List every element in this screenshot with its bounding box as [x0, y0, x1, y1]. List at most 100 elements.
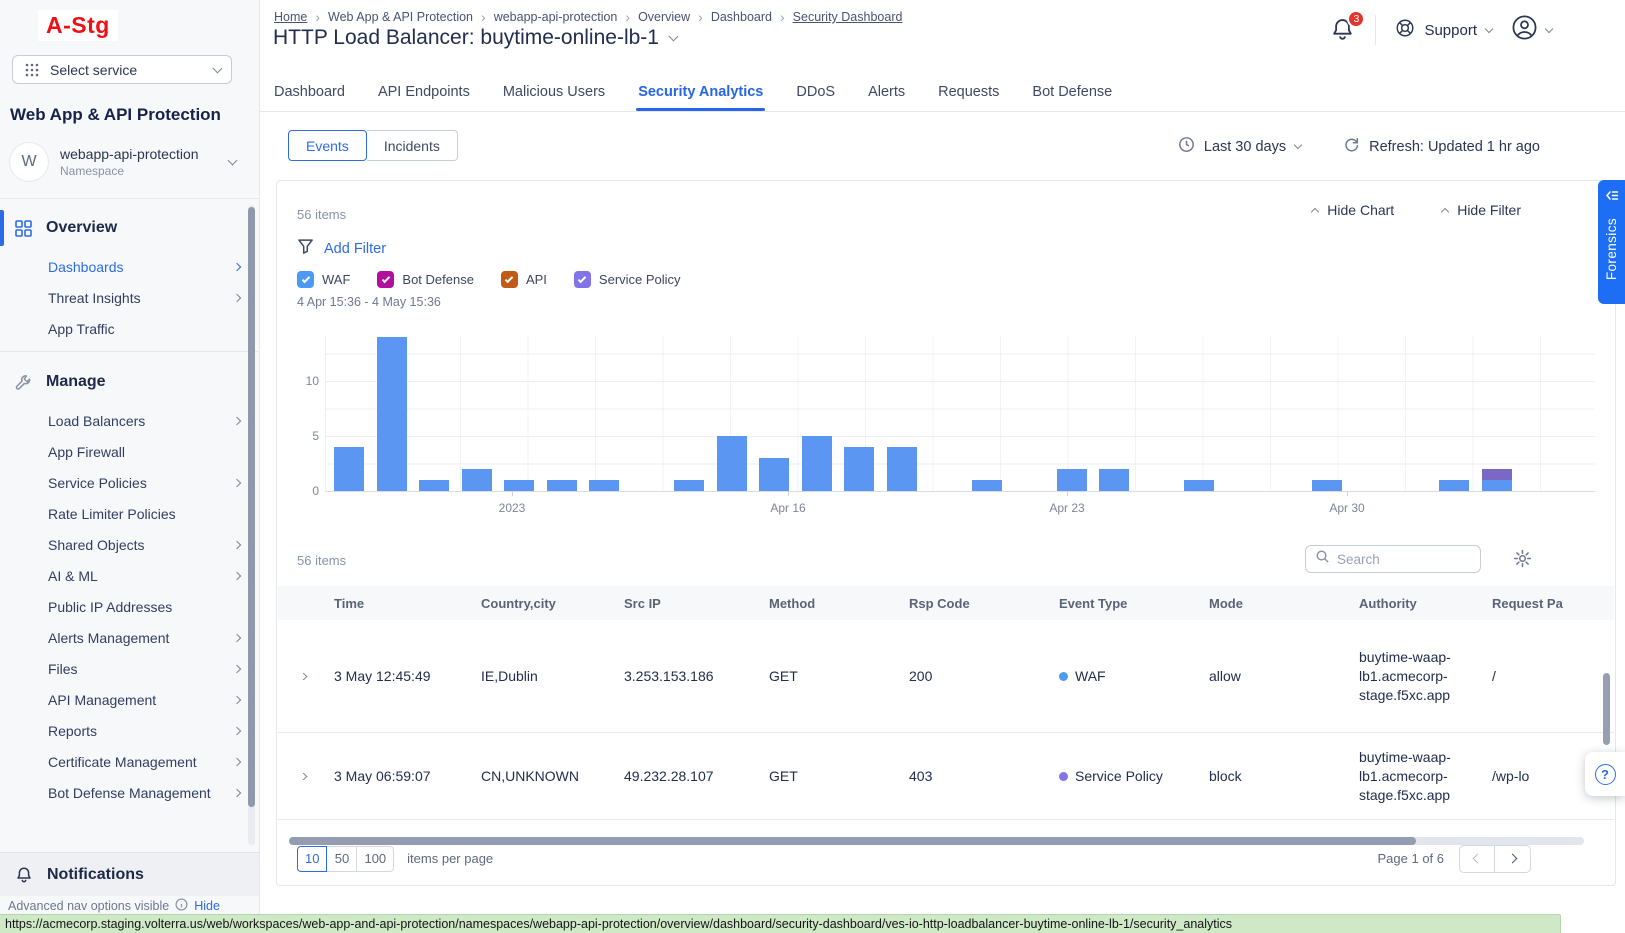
breadcrumb-item-overview[interactable]: Overview [638, 10, 690, 24]
sidebar-item-bot-defense-management[interactable]: Bot Defense Management [0, 777, 260, 808]
chart-bar[interactable] [1184, 480, 1214, 491]
sidebar-item-dashboards[interactable]: Dashboards [0, 251, 260, 282]
question-mark-icon: ? [1595, 764, 1616, 785]
tab-requests[interactable]: Requests [938, 73, 999, 111]
hide-advanced-nav-link[interactable]: Hide [194, 899, 220, 913]
events-toggle-button[interactable]: Events [288, 130, 367, 161]
sidebar-item-app-traffic[interactable]: App Traffic [0, 313, 260, 344]
sidebar-item-service-policies[interactable]: Service Policies [0, 467, 260, 498]
table-vertical-scrollbar[interactable] [1603, 673, 1610, 745]
column-header-country-city[interactable]: Country,city [481, 596, 624, 611]
filter-checkbox-bot-defense[interactable]: Bot Defense [377, 271, 474, 288]
column-header-src-ip[interactable]: Src IP [624, 596, 769, 611]
chart-bar[interactable] [377, 337, 407, 491]
breadcrumb-item-home[interactable]: Home [274, 10, 307, 24]
chart-bar[interactable] [1057, 469, 1087, 491]
column-header-request-pa[interactable]: Request Pa [1492, 596, 1610, 611]
previous-page-button[interactable] [1459, 845, 1495, 873]
table-horizontal-scrollbar-thumb[interactable] [289, 837, 1416, 845]
refresh-button[interactable]: Refresh: Updated 1 hr ago [1343, 136, 1540, 157]
page-size-50[interactable]: 50 [327, 846, 357, 872]
sidebar-item-public-ip-addresses[interactable]: Public IP Addresses [0, 591, 260, 622]
nav-section-manage[interactable]: Manage [0, 359, 260, 405]
chart-bar[interactable] [759, 458, 789, 491]
chart-bar[interactable] [1099, 469, 1129, 491]
filter-checkbox-waf[interactable]: WAF [297, 271, 350, 288]
chart-bar[interactable] [802, 436, 832, 491]
search-input[interactable] [1337, 552, 1457, 567]
tab-ddos[interactable]: DDoS [796, 73, 835, 111]
tab-dashboard[interactable]: Dashboard [274, 73, 345, 111]
chart-bar[interactable] [1312, 480, 1342, 491]
chart-bar[interactable] [844, 447, 874, 491]
sidebar-item-ai-ml[interactable]: AI & ML [0, 560, 260, 591]
chart-bar[interactable] [1439, 480, 1469, 491]
tab-alerts[interactable]: Alerts [868, 73, 905, 111]
column-header-authority[interactable]: Authority [1359, 596, 1492, 611]
support-menu[interactable]: Support [1395, 18, 1492, 42]
tab-security-analytics[interactable]: Security Analytics [638, 73, 763, 111]
sidebar-item-files[interactable]: Files [0, 653, 260, 684]
chart-bar[interactable] [887, 447, 917, 491]
column-header-event-type[interactable]: Event Type [1059, 596, 1209, 611]
table-settings-button[interactable] [1513, 549, 1533, 569]
page-size-100[interactable]: 100 [357, 846, 394, 872]
chart-bar[interactable] [972, 480, 1002, 491]
hide-chart-button[interactable]: Hide Chart [1312, 202, 1394, 218]
sidebar-item-app-firewall[interactable]: App Firewall [0, 436, 260, 467]
chart-bar[interactable] [547, 480, 577, 491]
sidebar-scrollbar-thumb[interactable] [248, 207, 255, 807]
forensics-tab[interactable]: Forensics [1598, 180, 1625, 304]
tab-bot-defense[interactable]: Bot Defense [1032, 73, 1112, 111]
tab-api-endpoints[interactable]: API Endpoints [378, 73, 470, 111]
sidebar-item-rate-limiter-policies[interactable]: Rate Limiter Policies [0, 498, 260, 529]
table-row[interactable]: 3 May 06:59:07CN,UNKNOWN49.232.28.107GET… [278, 733, 1614, 820]
notifications-bell-button[interactable]: 3 [1330, 17, 1356, 43]
time-range-selector[interactable]: Last 30 days [1178, 136, 1301, 157]
chart-bar[interactable] [462, 469, 492, 491]
main-content: Home›Web App & API Protection›webapp-api… [260, 0, 1625, 933]
chart-bar[interactable] [717, 436, 747, 491]
sidebar-item-api-management[interactable]: API Management [0, 684, 260, 715]
column-header-mode[interactable]: Mode [1209, 596, 1359, 611]
chart-bar[interactable] [589, 480, 619, 491]
chart-bar[interactable] [419, 480, 449, 491]
sidebar-item-load-balancers[interactable]: Load Balancers [0, 405, 260, 436]
sidebar-item-shared-objects[interactable]: Shared Objects [0, 529, 260, 560]
sidebar-item-threat-insights[interactable]: Threat Insights [0, 282, 260, 313]
row-expand-button[interactable] [290, 773, 334, 780]
chart-bar[interactable] [1482, 469, 1512, 491]
breadcrumb-item-web-app-api-protection[interactable]: Web App & API Protection [328, 10, 473, 24]
bar-segment-waf [419, 480, 449, 491]
breadcrumb-item-webapp-api-protection[interactable]: webapp-api-protection [494, 10, 618, 24]
sidebar-item-notifications[interactable]: Notifications [0, 852, 259, 896]
incidents-toggle-button[interactable]: Incidents [367, 130, 458, 161]
chevron-down-icon[interactable] [669, 32, 679, 42]
add-filter-button[interactable]: Add Filter [297, 238, 386, 259]
column-header-rsp-code[interactable]: Rsp Code [909, 596, 1059, 611]
next-page-button[interactable] [1495, 845, 1531, 873]
breadcrumb-item-security-dashboard[interactable]: Security Dashboard [793, 10, 903, 24]
filter-checkbox-service-policy[interactable]: Service Policy [574, 271, 681, 288]
sidebar-item-reports[interactable]: Reports [0, 715, 260, 746]
sidebar-item-alerts-management[interactable]: Alerts Management [0, 622, 260, 653]
tab-malicious-users[interactable]: Malicious Users [503, 73, 605, 111]
breadcrumb-item-dashboard[interactable]: Dashboard [711, 10, 772, 24]
namespace-selector[interactable]: W webapp-api-protection Namespace [10, 138, 250, 186]
nav-section-overview[interactable]: Overview [0, 205, 260, 251]
account-menu[interactable] [1511, 14, 1552, 46]
page-size-10[interactable]: 10 [297, 846, 327, 872]
sidebar-item-certificate-management[interactable]: Certificate Management [0, 746, 260, 777]
chart-bar[interactable] [504, 480, 534, 491]
filter-checkbox-api[interactable]: API [501, 271, 547, 288]
help-button[interactable]: ? [1585, 752, 1625, 796]
table-row[interactable]: 3 May 12:45:49IE,Dublin3.253.153.186GET2… [278, 620, 1614, 733]
service-selector[interactable]: Select service [12, 55, 232, 84]
column-header-time[interactable]: Time [334, 596, 481, 611]
chart-bar[interactable] [674, 480, 704, 491]
chart-bar[interactable] [334, 447, 364, 491]
row-expand-button[interactable] [290, 673, 334, 680]
hide-filter-button[interactable]: Hide Filter [1442, 202, 1521, 218]
column-header-method[interactable]: Method [769, 596, 909, 611]
nav-item-label: Load Balancers [48, 413, 145, 429]
